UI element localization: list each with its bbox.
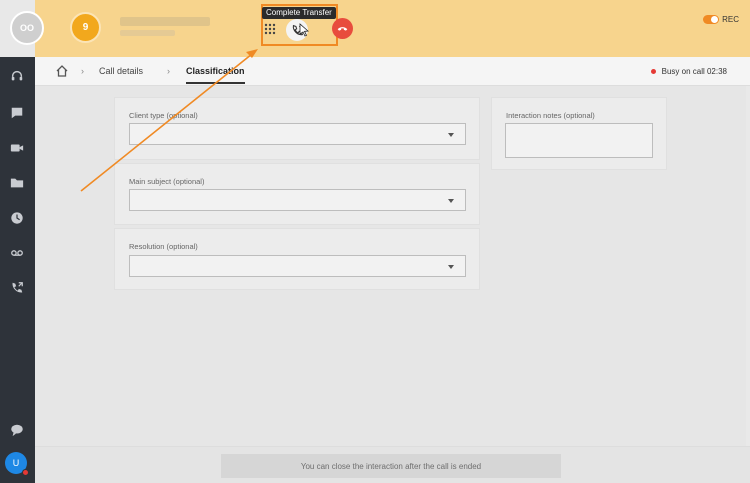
rec-toggle[interactable]: REC (703, 15, 739, 24)
busy-text: Busy on call 02:38 (661, 67, 727, 76)
tooltip: Complete Transfer (262, 7, 336, 19)
status-dot (650, 69, 656, 74)
caller-number-blurred (120, 30, 175, 36)
voicemail-icon[interactable] (9, 245, 25, 261)
call-header: 9 Complete Transfer REC (35, 0, 750, 57)
client-type-card: Client type (optional) (114, 97, 480, 160)
phone-hangup-icon (337, 27, 348, 31)
main-subject-label: Main subject (optional) (129, 177, 205, 186)
sidebar: U (0, 0, 35, 483)
chat-icon[interactable] (9, 105, 25, 121)
crumb-classification[interactable]: Classification (186, 66, 245, 84)
hangup-button[interactable] (332, 18, 353, 39)
breadcrumb: › Call details › Classification Busy on … (35, 57, 750, 86)
resolution-label: Resolution (optional) (129, 242, 198, 251)
crumb-separator: › (81, 66, 84, 76)
agent-badge[interactable]: 9 (70, 12, 101, 43)
resolution-card: Resolution (optional) (114, 228, 480, 290)
crumb-call-details[interactable]: Call details (99, 66, 143, 76)
busy-status: Busy on call 02:38 (650, 67, 727, 76)
caret-down-icon (448, 199, 454, 203)
interaction-notes-card: Interaction notes (optional) (491, 97, 667, 170)
video-icon[interactable] (9, 140, 25, 156)
toggle-switch[interactable] (703, 15, 720, 24)
caret-down-icon (448, 265, 454, 269)
phone-transfer-icon (292, 23, 303, 35)
clock-icon[interactable] (9, 210, 25, 226)
complete-transfer-button[interactable] (286, 19, 308, 41)
crumb-separator: › (167, 66, 170, 76)
dialpad-icon[interactable] (263, 22, 277, 36)
main-subject-card: Main subject (optional) (114, 163, 480, 225)
phone-transfer-icon[interactable] (9, 280, 25, 296)
client-type-select[interactable] (129, 123, 466, 145)
folder-icon[interactable] (9, 175, 25, 191)
caret-down-icon (448, 133, 454, 137)
logo[interactable]: OO (10, 11, 44, 45)
home-icon[interactable] (55, 64, 69, 78)
footer: You can close the interaction after the … (35, 446, 750, 483)
status-dot (22, 469, 29, 476)
interaction-notes-textarea[interactable] (505, 123, 653, 158)
logo-area: OO (0, 0, 44, 57)
comment-icon[interactable] (9, 422, 25, 438)
interaction-notes-label: Interaction notes (optional) (506, 111, 595, 120)
headset-icon[interactable] (9, 68, 25, 84)
main-subject-select[interactable] (129, 189, 466, 211)
client-type-label: Client type (optional) (129, 111, 198, 120)
scrollbar[interactable] (746, 86, 750, 446)
rec-label: REC (722, 15, 739, 24)
caller-name-blurred (120, 17, 210, 26)
close-interaction-button[interactable]: You can close the interaction after the … (221, 454, 561, 478)
resolution-select[interactable] (129, 255, 466, 277)
